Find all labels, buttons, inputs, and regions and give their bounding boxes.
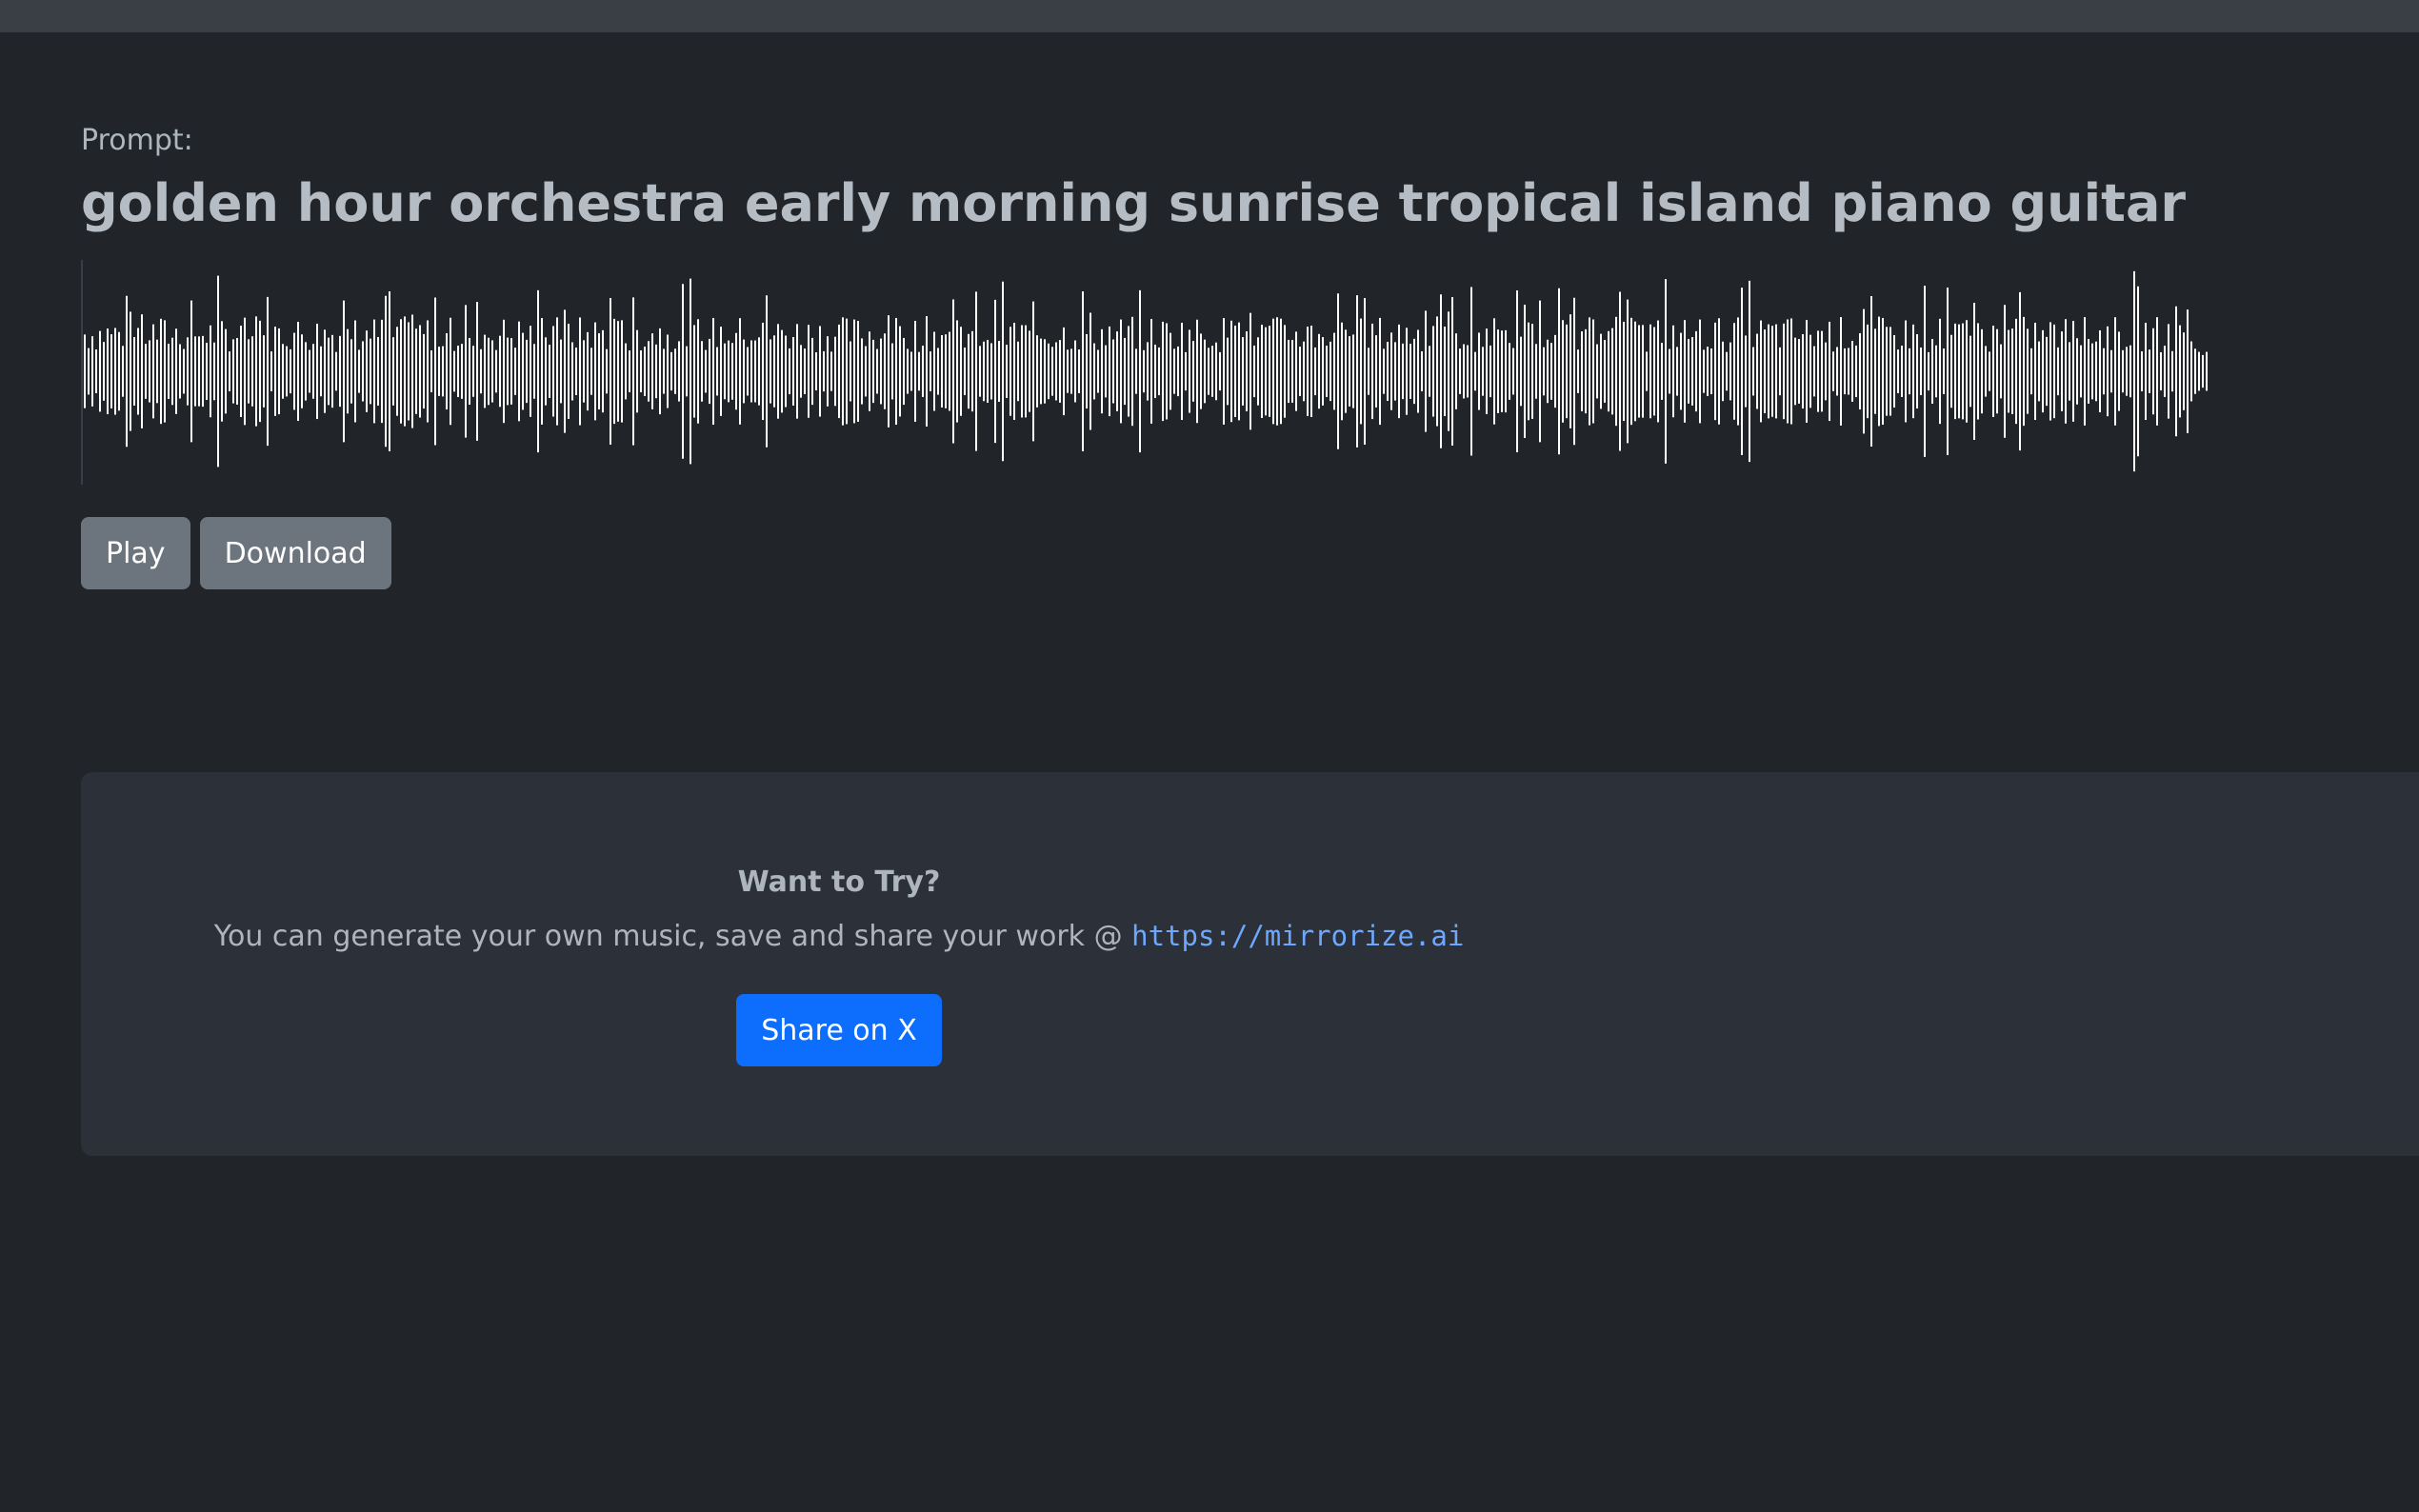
prompt-title: golden hour orchestra early morning sunr… (81, 173, 2187, 233)
promo-card-content: Want to Try? You can generate your own m… (81, 772, 1597, 1156)
prompt-label: Prompt: (81, 124, 193, 157)
share-on-x-button[interactable]: Share on X (736, 994, 942, 1066)
promo-text: You can generate your own music, save an… (214, 919, 1465, 954)
promo-heading: Want to Try? (737, 865, 941, 899)
player-controls: Play Download (81, 517, 391, 589)
audio-waveform[interactable] (81, 260, 2212, 485)
mirrorize-link[interactable]: https://mirrorize.ai (1131, 920, 1464, 952)
promo-card: Want to Try? You can generate your own m… (81, 772, 2419, 1156)
waveform-graphic[interactable] (83, 260, 2212, 485)
promo-description: You can generate your own music, save an… (213, 920, 1132, 953)
top-bar (0, 0, 2419, 32)
prompt-section: Prompt: golden hour orchestra early morn… (81, 124, 2419, 234)
play-button[interactable]: Play (81, 517, 190, 589)
download-button[interactable]: Download (199, 517, 391, 589)
